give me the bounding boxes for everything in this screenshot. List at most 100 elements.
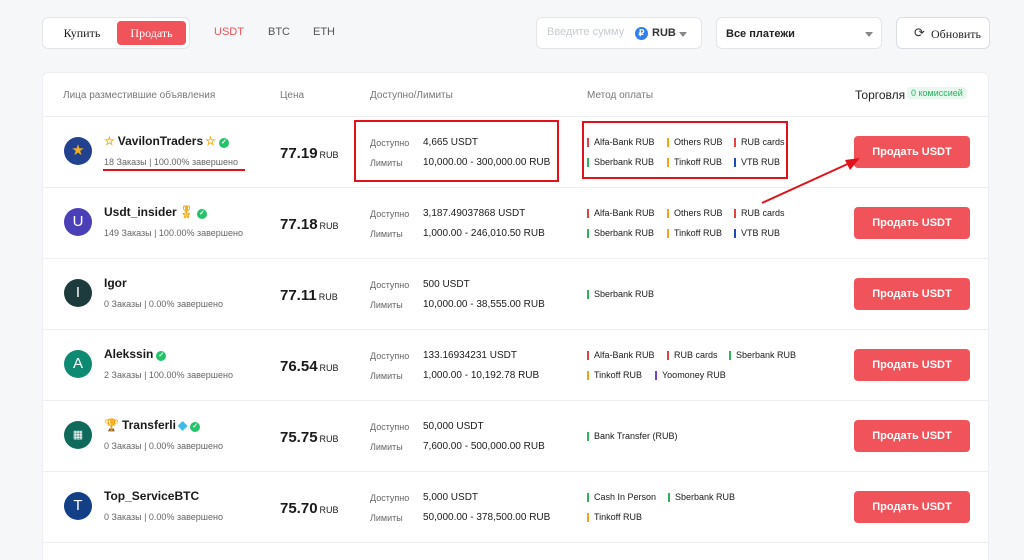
- order-stats: 2 Заказы | 100.00% завершено: [104, 370, 233, 380]
- available-value: 3,187.49037868 USDT: [423, 208, 526, 219]
- refresh-icon: ⟳: [914, 25, 925, 40]
- price-value: 76.54: [280, 358, 318, 375]
- advertiser-name[interactable]: Usdt_insider 🎖 ✓: [104, 205, 207, 219]
- star-icon: ☆: [104, 134, 115, 148]
- avatar: ★: [64, 137, 92, 165]
- medal-icon: 🎖: [178, 205, 194, 219]
- price: 75.75 RUB: [280, 429, 339, 446]
- table-header: Лица разместившие объявления Цена Доступ…: [43, 73, 988, 117]
- payment-method-badge: Alfa-Bank RUB: [587, 351, 655, 360]
- annotation-box-limits: [354, 120, 559, 182]
- price: 76.54 RUB: [280, 358, 339, 375]
- price-currency: RUB: [318, 292, 338, 302]
- advertiser-name-text: Alekssin: [104, 347, 154, 361]
- price-value: 77.11: [280, 287, 317, 304]
- order-stats: 0 Заказы | 0.00% завершено: [104, 512, 223, 522]
- sell-tab[interactable]: Продать: [117, 21, 186, 45]
- sell-usdt-button[interactable]: Продать USDT: [854, 420, 970, 452]
- fiat-select[interactable]: RUB: [652, 27, 676, 39]
- annotation-box-methods: [582, 121, 788, 179]
- p2p-page: Купить Продать USDT BTC ETH ₽ RUB Все пл…: [0, 0, 1024, 560]
- payment-method-badge: Cash In Person: [587, 493, 656, 502]
- price-currency: RUB: [319, 505, 339, 515]
- price-value: 77.19: [280, 145, 318, 162]
- payment-method-badge: RUB cards: [667, 351, 718, 360]
- filter-toolbar: Купить Продать USDT BTC ETH ₽ RUB Все пл…: [42, 17, 990, 49]
- available-label: Доступно: [370, 422, 410, 432]
- limits-label: Лимиты: [370, 300, 403, 310]
- limits-value: 7,600.00 - 500,000.00 RUB: [423, 441, 545, 452]
- payment-method-badge: Sberbank RUB: [668, 493, 735, 502]
- refresh-button[interactable]: ⟳ Обновить: [896, 17, 990, 49]
- available-label: Доступно: [370, 209, 410, 219]
- advertiser-name[interactable]: Top_ServiceBTC: [104, 489, 199, 503]
- payment-method-badge: RUB cards: [734, 209, 785, 218]
- sell-usdt-button[interactable]: Продать USDT: [854, 278, 970, 310]
- limits-label: Лимиты: [370, 371, 403, 381]
- chevron-down-icon: [679, 32, 687, 37]
- limits-value: 1,000.00 - 10,192.78 RUB: [423, 370, 540, 381]
- currency-tab-eth[interactable]: ETH: [313, 26, 335, 38]
- avatar: I: [64, 279, 92, 307]
- sell-usdt-button[interactable]: Продать USDT: [854, 349, 970, 381]
- payment-method-badge: Tinkoff RUB: [587, 513, 642, 522]
- available-value: 50,000 USDT: [423, 421, 484, 432]
- order-stats: 0 Заказы | 0.00% завершено: [104, 441, 223, 451]
- refresh-label: Обновить: [931, 27, 981, 41]
- col-price: Цена: [280, 90, 305, 101]
- advertiser-name[interactable]: 🏆 Transferli ◆ ✓: [104, 418, 201, 432]
- diamond-icon: ◆: [177, 418, 188, 432]
- rub-currency-icon: ₽: [635, 27, 648, 40]
- payment-method-select[interactable]: Все платежи: [716, 17, 882, 49]
- price-currency: RUB: [319, 221, 339, 231]
- advertiser-name-text: Top_ServiceBTC: [104, 489, 200, 503]
- advertiser-name-text: Usdt_insider: [104, 205, 177, 219]
- price: 77.19 RUB: [280, 145, 339, 162]
- price-currency: RUB: [319, 434, 339, 444]
- sell-usdt-button[interactable]: Продать USDT: [854, 207, 970, 239]
- available-value: 500 USDT: [423, 279, 470, 290]
- advertiser-name-text: VavilonTraders: [117, 134, 204, 148]
- table-row: T Top_ServiceBTC 0 Заказы | 0.00% заверш…: [43, 472, 988, 543]
- available-label: Доступно: [370, 493, 410, 503]
- verified-icon: ✓: [218, 138, 229, 148]
- limits-value: 50,000.00 - 378,500.00 RUB: [423, 512, 551, 523]
- order-stats: 149 Заказы | 100.00% завершено: [104, 228, 243, 238]
- advertiser-name[interactable]: Igor: [104, 276, 127, 290]
- price: 75.70 RUB: [280, 500, 339, 517]
- available-value: 5,000 USDT: [423, 492, 479, 503]
- payment-method-badge: Tinkoff RUB: [587, 371, 642, 380]
- limits-value: 1,000.00 - 246,010.50 RUB: [423, 228, 545, 239]
- verified-icon: ✓: [190, 422, 201, 432]
- col-method: Метод оплаты: [587, 90, 654, 101]
- price: 77.11 RUB: [280, 287, 338, 304]
- avatar: T: [64, 492, 92, 520]
- price-value: 77.18: [280, 216, 318, 233]
- verified-icon: ✓: [156, 351, 167, 361]
- currency-tab-usdt[interactable]: USDT: [214, 26, 244, 38]
- sell-usdt-button[interactable]: Продать USDT: [854, 491, 970, 523]
- advertiser-name[interactable]: Alekssin ✓: [104, 347, 167, 361]
- avatar: U: [64, 208, 92, 236]
- price-currency: RUB: [319, 150, 339, 160]
- avatar: A: [64, 350, 92, 378]
- advertiser-name[interactable]: ☆ VavilonTraders ☆ ✓: [104, 134, 229, 148]
- amount-input[interactable]: [547, 26, 631, 38]
- table-row: A Alekssin ✓ 2 Заказы | 100.00% завершено…: [43, 330, 988, 401]
- col-advertisers: Лица разместившие объявления: [63, 90, 216, 101]
- payment-method-badge: Sberbank RUB: [729, 351, 796, 360]
- order-stats: 0 Заказы | 0.00% завершено: [104, 299, 223, 309]
- order-stats: 18 Заказы | 100.00% завершено: [104, 157, 238, 167]
- advertiser-name-text: Transferli: [121, 418, 176, 432]
- sell-usdt-button[interactable]: Продать USDT: [854, 136, 970, 168]
- payment-method-value: Все платежи: [726, 28, 795, 40]
- chevron-down-icon: [865, 32, 873, 37]
- currency-tab-btc[interactable]: BTC: [268, 26, 290, 38]
- table-row: ▦ 🏆 Transferli ◆ ✓ 0 Заказы | 0.00% заверше…: [43, 401, 988, 472]
- buy-tab[interactable]: Купить: [49, 21, 115, 45]
- col-available: Доступно/Лимиты: [370, 90, 453, 101]
- payment-method-badge: Sberbank RUB: [587, 290, 654, 299]
- available-label: Доступно: [370, 280, 410, 290]
- payment-method-badge: Sberbank RUB: [587, 229, 654, 238]
- trophy-icon: 🏆: [104, 418, 119, 432]
